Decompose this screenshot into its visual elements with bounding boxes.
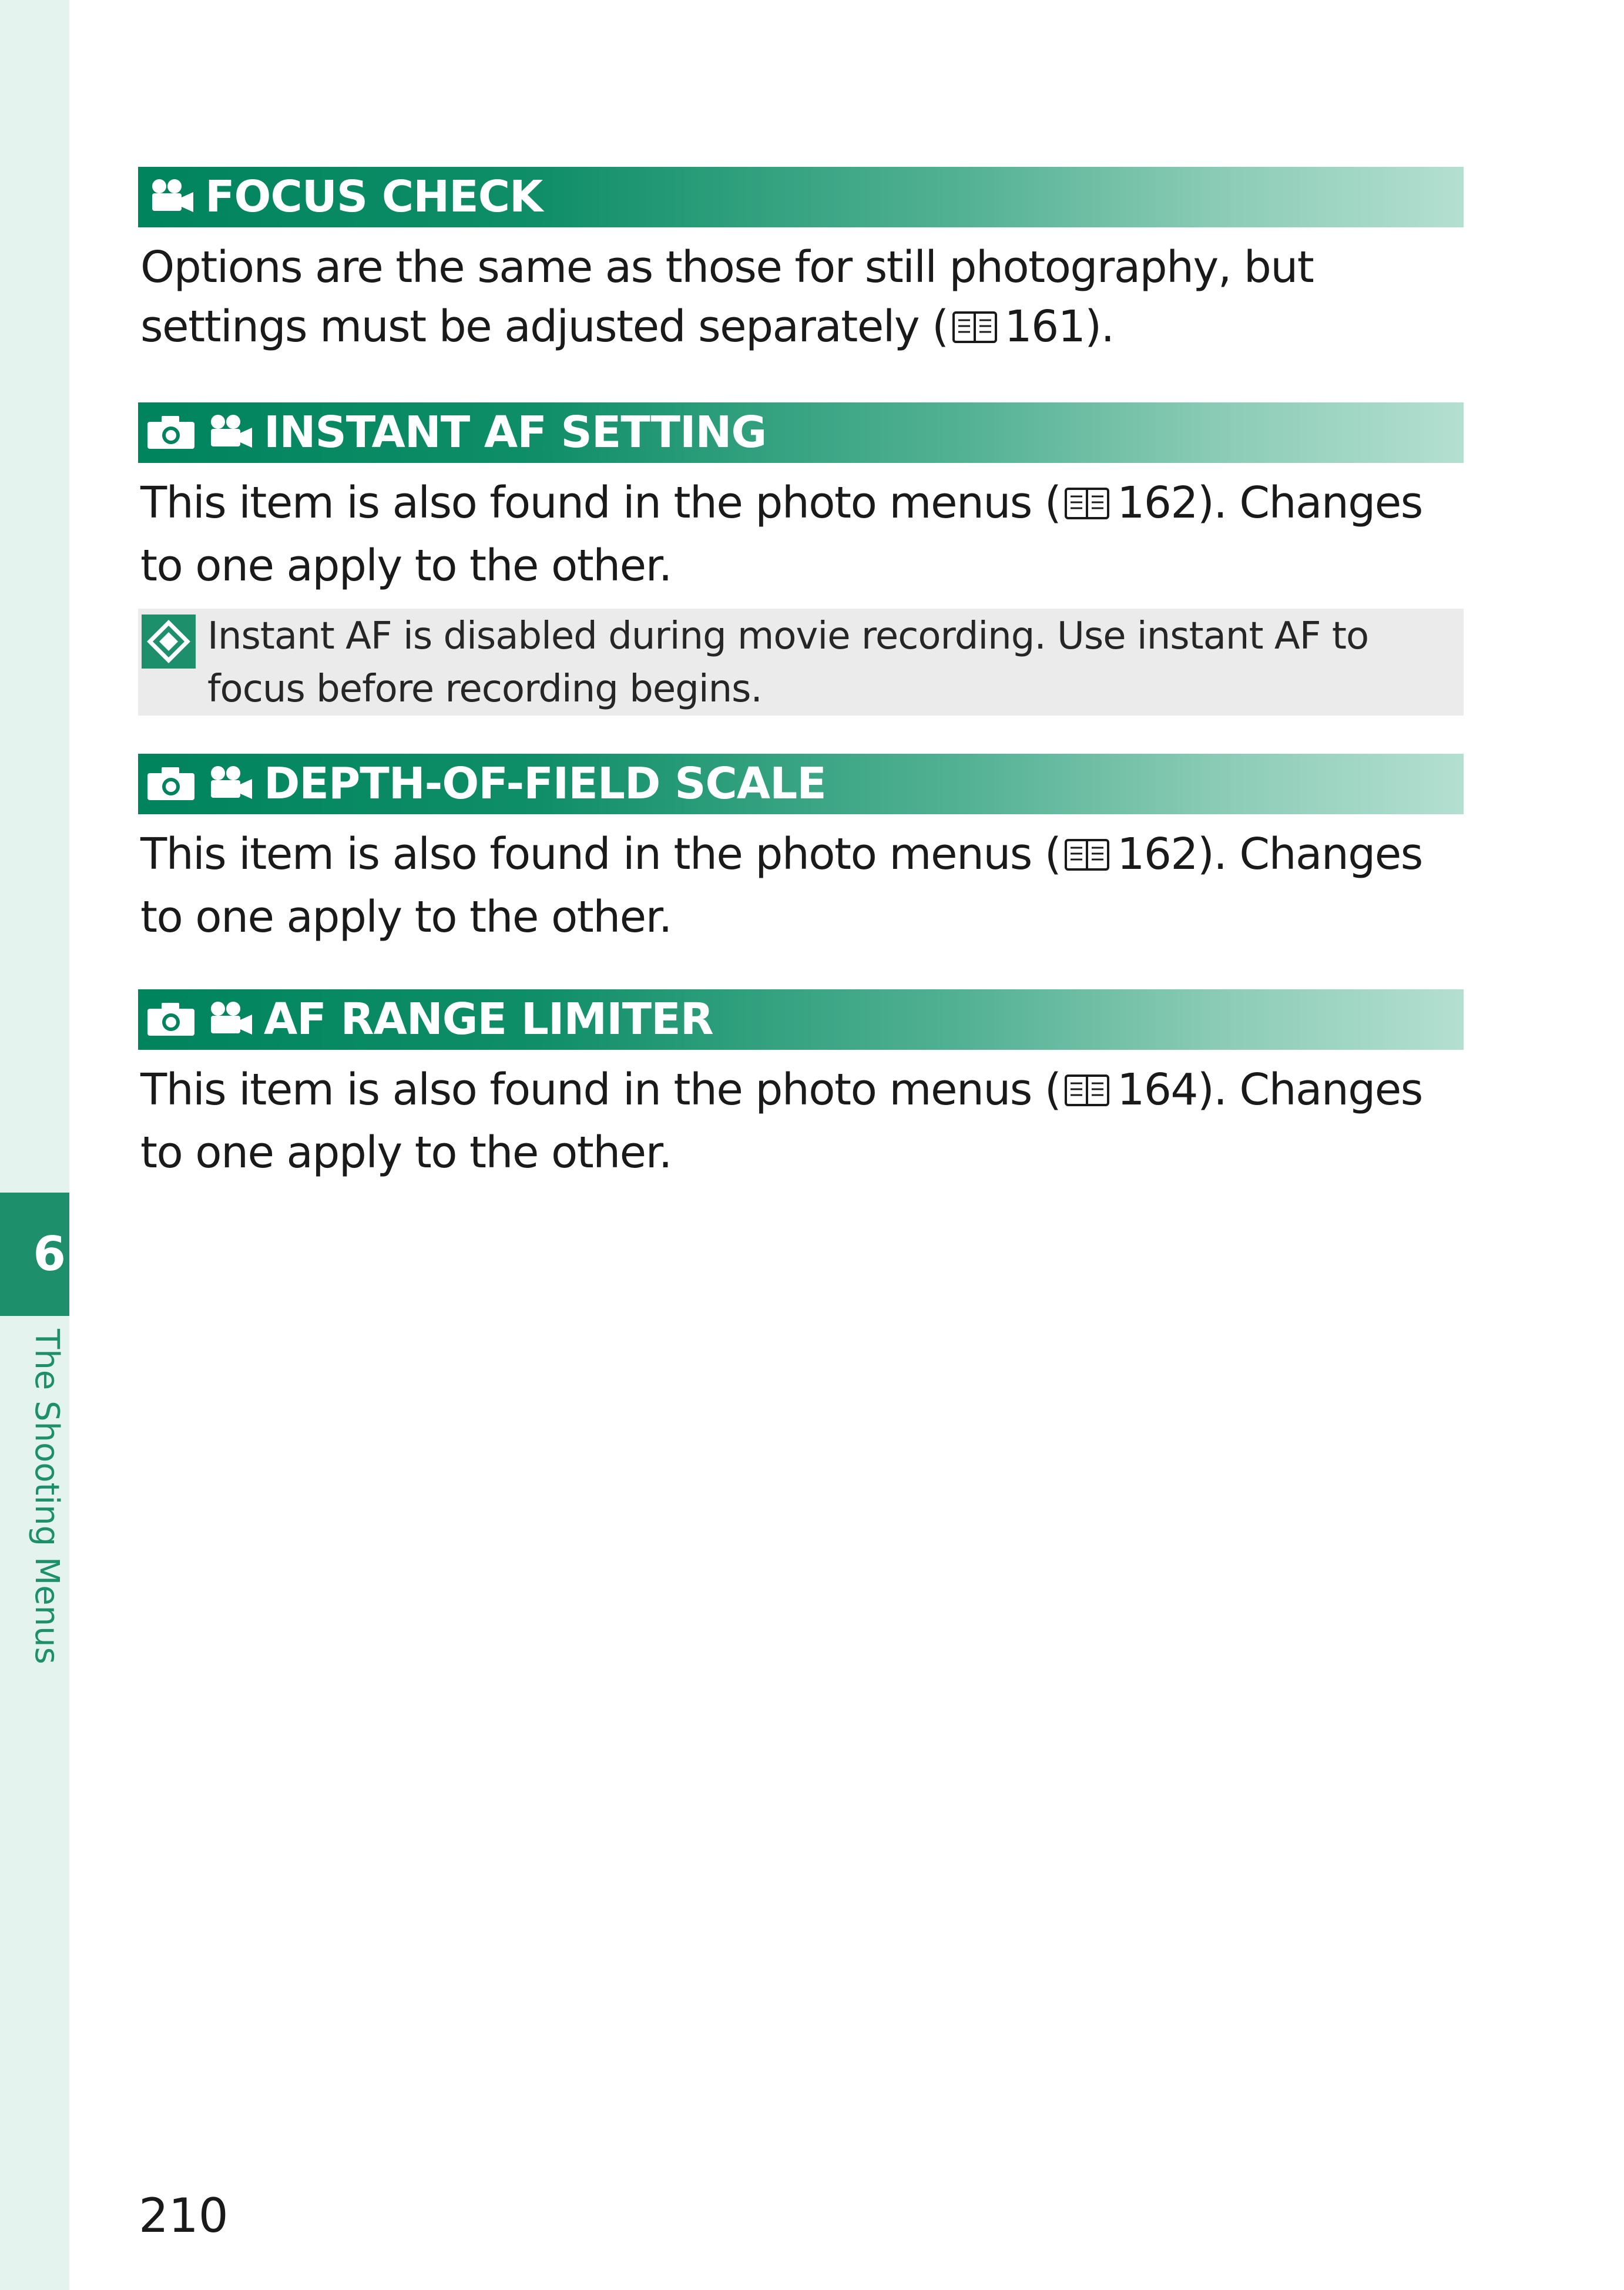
movie-camera-icon [146,178,194,217]
still-camera-icon [146,1000,196,1039]
page-reference-link[interactable]: 164 [1117,1065,1198,1115]
sidebar-strip [0,0,69,2290]
section-heading-bar: INSTANT AF SETTING [138,402,1464,463]
section-heading-bar: AF RANGE LIMITER [138,989,1464,1050]
section-heading: INSTANT AF SETTING [264,407,767,458]
section-af-range-limiter: AF RANGE LIMITER This item is also found… [138,989,1464,1183]
note-icon [142,615,196,671]
page-number: 210 [139,2188,229,2243]
section-body: This item is also found in the photo men… [140,828,1423,942]
page-reference-link[interactable]: 162 [1117,829,1198,879]
section-focus-check: FOCUS CHECK Options are the same as thos… [138,167,1464,360]
book-reference-icon [1064,477,1110,536]
section-heading: FOCUS CHECK [205,172,543,222]
section-body: This item is also found in the photo men… [140,1064,1423,1178]
book-reference-icon [1064,828,1110,888]
chapter-number: 6 [33,1227,66,1281]
page-reference-link[interactable]: 162 [1117,478,1198,528]
section-heading: AF RANGE LIMITER [264,994,714,1045]
section-heading-bar: FOCUS CHECK [138,167,1464,227]
page-reference-link[interactable]: 161 [1005,301,1086,352]
book-reference-icon [1064,1064,1110,1123]
movie-camera-icon [205,414,253,452]
section-body: This item is also found in the photo men… [140,477,1423,591]
note-text: Instant AF is disabled during movie reco… [207,615,1369,711]
movie-camera-icon [205,1000,253,1039]
section-body: Options are the same as those for still … [140,238,1464,360]
book-reference-icon [952,301,998,360]
note-box: Instant AF is disabled during movie reco… [138,609,1464,716]
section-instant-af-setting: INSTANT AF SETTING This item is also fou… [138,402,1464,716]
chapter-title: The Shooting Menus [28,1329,66,1664]
section-heading: DEPTH-OF-FIELD SCALE [264,758,827,809]
section-heading-bar: DEPTH-OF-FIELD SCALE [138,754,1464,814]
section-depth-of-field-scale: DEPTH-OF-FIELD SCALE This item is also f… [138,754,1464,947]
still-camera-icon [146,765,196,804]
movie-camera-icon [205,765,253,804]
still-camera-icon [146,414,196,452]
